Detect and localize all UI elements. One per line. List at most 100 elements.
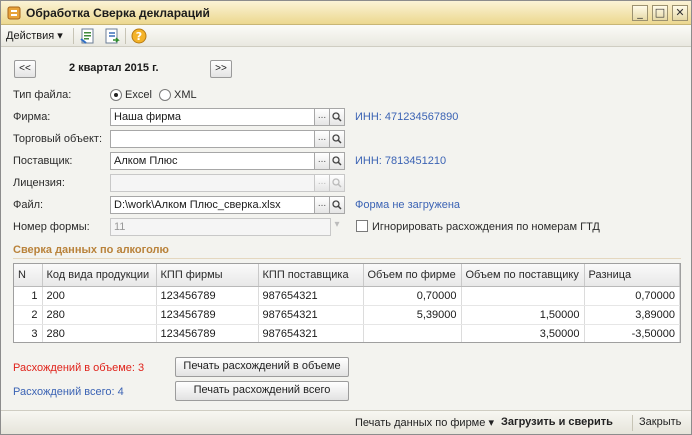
cell-code: 280 (42, 324, 157, 342)
cell-n: 2 (14, 305, 43, 325)
file-type-xml-label: XML (174, 89, 197, 101)
column-header-volume-supplier[interactable]: Объем по поставщику (461, 264, 585, 287)
search-icon (332, 134, 342, 144)
supplier-label: Поставщик: (13, 155, 73, 167)
cell-kpp-supplier: 987654321 (258, 324, 364, 342)
column-header-difference[interactable]: Разница (584, 264, 680, 287)
period-label: 2 квартал 2015 г. (69, 62, 159, 74)
cell-volume-supplier: 3,50000 (461, 324, 585, 342)
file-label: Файл: (13, 199, 44, 211)
main-window: Обработка Сверка деклараций _ □ ✕ Действ… (0, 0, 692, 435)
file-type-excel-label: Excel (125, 89, 152, 101)
chevron-down-icon: ▾ (57, 30, 63, 42)
column-header-kpp-firm[interactable]: КПП фирмы (156, 264, 259, 287)
toolbar-divider (73, 28, 74, 44)
file-search-button[interactable] (329, 196, 345, 214)
supplier-input[interactable]: Алком Плюс (110, 152, 315, 170)
firm-select-button[interactable]: ... (314, 108, 330, 126)
print-total-diff-button[interactable]: Печать расхождений всего (175, 381, 349, 401)
firm-inn: ИНН: 471234567890 (355, 111, 459, 123)
volume-diff-count: Расхождений в объеме: 3 (13, 362, 145, 374)
close-button[interactable]: Закрыть (639, 416, 681, 428)
supplier-inn: ИНН: 7813451210 (355, 155, 447, 167)
actions-label: Действия (6, 30, 55, 42)
toolbar-divider (125, 28, 126, 44)
section-divider (13, 258, 681, 259)
reconciliation-table[interactable]: N Код вида продукции КПП фирмы КПП поста… (13, 263, 681, 343)
next-period-button[interactable]: >> (210, 60, 232, 78)
search-icon (332, 200, 342, 210)
column-header-kpp-supplier[interactable]: КПП поставщика (258, 264, 364, 287)
cell-kpp-supplier: 987654321 (258, 305, 364, 325)
search-icon (332, 112, 342, 122)
cell-n: 3 (14, 324, 43, 342)
actions-menu[interactable]: Действия ▾ (6, 29, 63, 42)
license-select-button: ... (314, 174, 330, 192)
processing-icon (7, 6, 21, 20)
search-icon (332, 156, 342, 166)
trade-object-select-button[interactable]: ... (314, 130, 330, 148)
search-icon (332, 178, 342, 188)
load-and-compare-button[interactable]: Загрузить и сверить (501, 416, 613, 428)
svg-text:?: ? (136, 30, 142, 43)
cell-volume-firm: 0,70000 (363, 286, 462, 306)
file-status: Форма не загружена (355, 199, 461, 211)
license-label: Лицензия: (13, 177, 65, 189)
cell-n: 1 (14, 286, 43, 306)
report-icon[interactable] (79, 27, 97, 45)
cell-difference: 3,89000 (584, 305, 680, 325)
cell-volume-supplier: 1,50000 (461, 305, 585, 325)
print-volume-diff-button[interactable]: Печать расхождений в объеме (175, 357, 349, 377)
cell-kpp-firm: 123456789 (156, 286, 259, 306)
form-number-label: Номер формы: (13, 221, 90, 233)
file-type-label: Тип файла: (13, 89, 72, 101)
form-number-select: 11 (110, 218, 331, 236)
prev-period-button[interactable]: << (14, 60, 36, 78)
column-header-volume-firm[interactable]: Объем по фирме (363, 264, 462, 287)
trade-object-label: Торговый объект: (13, 133, 103, 145)
print-firm-data-label: Печать данных по фирме (355, 417, 486, 429)
print-firm-data-menu[interactable]: Печать данных по фирме ▾ (355, 416, 494, 429)
ignore-gtd-checkbox[interactable] (356, 220, 368, 232)
cell-volume-supplier (461, 286, 585, 306)
cell-kpp-firm: 123456789 (156, 305, 259, 325)
table-row[interactable]: 1 200 123456789 987654321 0,70000 0,7000… (14, 286, 680, 306)
chevron-down-icon: ▾ (488, 417, 494, 429)
trade-object-input[interactable] (110, 130, 315, 148)
column-header-code[interactable]: Код вида продукции (42, 264, 157, 287)
help-icon[interactable]: ? (130, 27, 148, 45)
minimize-button[interactable]: _ (632, 5, 648, 21)
bottom-bar: Печать данных по фирме ▾ Загрузить и све… (1, 410, 691, 434)
supplier-search-button[interactable] (329, 152, 345, 170)
cell-difference: 0,70000 (584, 286, 680, 306)
firm-search-button[interactable] (329, 108, 345, 126)
trade-object-search-button[interactable] (329, 130, 345, 148)
firm-input[interactable]: Наша фирма (110, 108, 315, 126)
title-bar[interactable]: Обработка Сверка деклараций _ □ ✕ (1, 1, 691, 25)
file-type-excel-radio[interactable] (110, 89, 122, 101)
license-search-button (329, 174, 345, 192)
cell-volume-firm: 5,39000 (363, 305, 462, 325)
license-input (110, 174, 315, 192)
cell-kpp-firm: 123456789 (156, 324, 259, 342)
cell-kpp-supplier: 987654321 (258, 286, 364, 306)
close-window-button[interactable]: ✕ (672, 5, 688, 21)
supplier-select-button[interactable]: ... (314, 152, 330, 170)
file-type-xml-radio[interactable] (159, 89, 171, 101)
file-browse-button[interactable]: ... (314, 196, 330, 214)
window-title: Обработка Сверка деклараций (26, 6, 210, 20)
maximize-button[interactable]: □ (652, 5, 668, 21)
column-header-n[interactable]: N (14, 264, 43, 287)
file-path-input[interactable]: D:\work\Алком Плюс_сверка.xlsx (110, 196, 315, 214)
total-diff-count: Расхождений всего: 4 (13, 386, 124, 398)
table-row[interactable]: 2 280 123456789 987654321 5,39000 1,5000… (14, 305, 680, 325)
table-header-row: N Код вида продукции КПП фирмы КПП поста… (14, 264, 680, 287)
export-icon[interactable] (103, 27, 121, 45)
cell-code: 200 (42, 286, 157, 306)
table-row[interactable]: 3 280 123456789 987654321 3,50000 -3,500… (14, 324, 680, 342)
bottom-divider (632, 415, 633, 431)
toolbar: Действия ▾ ? (1, 25, 691, 47)
chevron-down-icon: ▾ (334, 219, 340, 230)
section-title: Сверка данных по алкоголю (13, 244, 169, 256)
cell-code: 280 (42, 305, 157, 325)
